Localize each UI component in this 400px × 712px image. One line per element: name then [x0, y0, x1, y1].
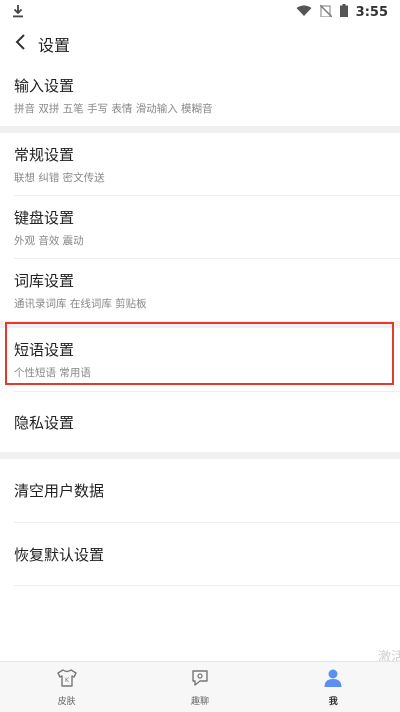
- row-sub: 联想 纠错 密文传送: [14, 171, 105, 184]
- nav-item-chat[interactable]: 趣聊: [160, 668, 240, 707]
- settings-row-keyboard[interactable]: 键盘设置 外观 音效 震动: [0, 196, 400, 258]
- section-gap: [0, 452, 400, 459]
- wifi-icon: [296, 5, 312, 20]
- battery-icon: [339, 4, 348, 20]
- row-label: 常规设置: [14, 145, 75, 164]
- bottom-nav: K 皮肤 趣聊 我: [0, 661, 400, 712]
- title-bar: 设置: [0, 24, 400, 64]
- no-signal-icon: [319, 4, 333, 20]
- row-sub: 通讯录词库 在线词库 剪贴板: [14, 297, 147, 310]
- row-label: 短语设置: [14, 341, 75, 359]
- status-icons: 3:55: [296, 4, 388, 20]
- row-label: 输入设置: [14, 76, 75, 95]
- settings-row-clear-data[interactable]: 清空用户数据: [0, 459, 400, 522]
- nav-item-skin[interactable]: K 皮肤: [27, 668, 107, 707]
- section-gap: [0, 321, 400, 328]
- page-title: 设置: [38, 36, 71, 55]
- settings-list: 输入设置 拼音 双拼 五笔 手写 表情 滑动输入 模糊音 常规设置 联想 纠错 …: [0, 64, 400, 586]
- row-sub: 拼音 双拼 五笔 手写 表情 滑动输入 模糊音: [14, 102, 213, 115]
- settings-row-phrases[interactable]: 短语设置 个性短语 常用语: [0, 328, 400, 391]
- nav-item-me[interactable]: 我: [293, 668, 373, 707]
- chat-bubble-icon: [189, 668, 211, 692]
- nav-label: 皮肤: [57, 696, 76, 707]
- settings-row-privacy[interactable]: 隐私设置: [0, 392, 400, 452]
- settings-row-input[interactable]: 输入设置 拼音 双拼 五笔 手写 表情 滑动输入 模糊音: [0, 64, 400, 126]
- status-time: 3:55: [355, 4, 388, 20]
- divider: [14, 585, 400, 586]
- nav-label: 我: [328, 696, 338, 707]
- svg-text:K: K: [65, 677, 70, 684]
- row-sub: 外观 音效 震动: [14, 234, 84, 247]
- nav-label: 趣聊: [190, 696, 209, 707]
- settings-row-general[interactable]: 常规设置 联想 纠错 密文传送: [0, 133, 400, 195]
- chevron-left-icon: [14, 33, 26, 55]
- section-gap: [0, 126, 400, 133]
- settings-row-restore-defaults[interactable]: 恢复默认设置: [0, 523, 400, 585]
- status-bar: 3:55: [0, 0, 400, 24]
- row-label: 键盘设置: [14, 208, 75, 227]
- shirt-icon: K: [56, 668, 78, 692]
- row-label: 恢复默认设置: [14, 545, 105, 564]
- back-button[interactable]: [10, 32, 30, 56]
- download-icon: [12, 4, 24, 21]
- row-label: 词库设置: [14, 271, 75, 290]
- row-label: 隐私设置: [14, 413, 75, 432]
- row-label: 清空用户数据: [14, 482, 105, 500]
- row-sub: 个性短语 常用语: [14, 367, 91, 379]
- user-icon: [322, 668, 344, 692]
- settings-row-dictionary[interactable]: 词库设置 通讯录词库 在线词库 剪贴板: [0, 259, 400, 321]
